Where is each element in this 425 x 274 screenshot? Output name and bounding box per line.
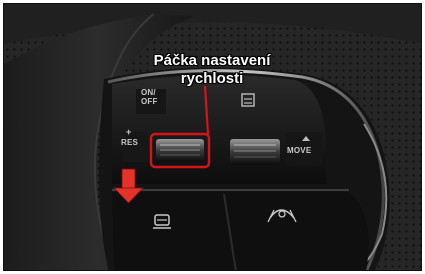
steering-wheel-photo: ON/ OFF + RES MOVE Páčka nastavení rychl…	[3, 3, 422, 271]
res-plus-label: +	[126, 127, 132, 137]
move-label: MOVE	[287, 146, 312, 155]
speed-lever-callout: Páčka nastavení rychlosti	[122, 52, 302, 88]
on-off-label: ON/ OFF	[141, 88, 158, 106]
callout-line-2: rychlosti	[180, 70, 244, 87]
distance-lever[interactable]	[230, 139, 280, 165]
callout-line-1: Páčka nastavení	[153, 52, 271, 69]
steering-wheel-scene	[4, 4, 421, 270]
res-label: RES	[121, 138, 139, 147]
lower-switch-panel	[112, 192, 369, 270]
